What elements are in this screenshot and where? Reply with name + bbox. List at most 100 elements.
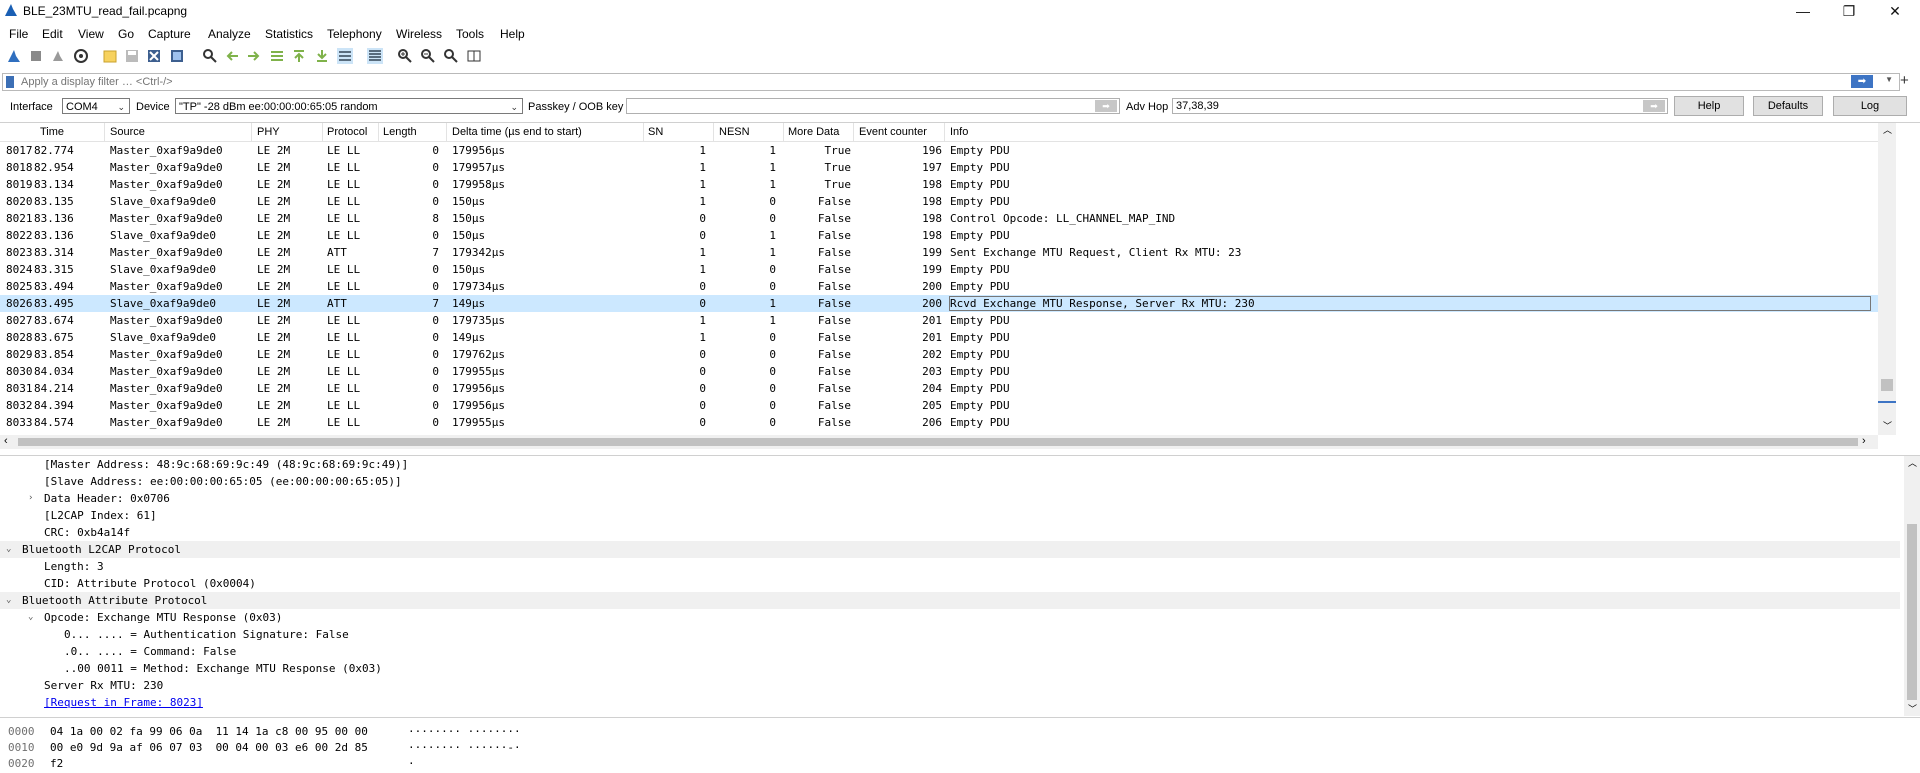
- detail-row[interactable]: .0.. .... = Command: False: [0, 643, 1900, 660]
- hex-row[interactable]: 0020 f2 ·: [0, 756, 1920, 771]
- menu-wireless[interactable]: Wireless: [396, 27, 442, 41]
- packet-row[interactable]: 8026 83.495 Slave_0xaf9a9de0 LE 2M ATT 7 149µs…: [0, 295, 1878, 312]
- column-header-time[interactable]: Time: [40, 126, 64, 138]
- detail-row[interactable]: ..00 0011 = Method: Exchange MTU Respons…: [0, 660, 1900, 677]
- minimize-button[interactable]: —: [1780, 0, 1826, 22]
- column-header-more-data[interactable]: More Data: [788, 126, 839, 138]
- menu-view[interactable]: View: [78, 27, 104, 41]
- packet-list[interactable]: Time Source PHY Protocol Length Delta ti…: [0, 122, 1920, 451]
- auto-scroll-icon[interactable]: [337, 48, 353, 64]
- go-first-icon[interactable]: [291, 48, 307, 64]
- zoom-in-icon[interactable]: [397, 48, 413, 64]
- find-packet-icon[interactable]: [202, 48, 218, 64]
- bookmark-icon[interactable]: [6, 76, 14, 88]
- reload-file-icon[interactable]: [169, 48, 185, 64]
- log-button[interactable]: Log: [1833, 96, 1907, 116]
- packet-row[interactable]: 8031 84.214 Master_0xaf9a9de0 LE 2M LE LL 0 17…: [0, 380, 1878, 397]
- detail-row[interactable]: Server Rx MTU: 230: [0, 677, 1900, 694]
- packet-row[interactable]: 8033 84.574 Master_0xaf9a9de0 LE 2M LE LL 0 17…: [0, 414, 1878, 431]
- menu-tools[interactable]: Tools: [456, 27, 484, 41]
- colorize-icon[interactable]: [367, 48, 383, 64]
- chevron-right-icon[interactable]: ›: [1862, 435, 1866, 447]
- device-select[interactable]: "TP" -28 dBm ee:00:00:00:65:05 random ⌄: [175, 98, 523, 114]
- packet-row[interactable]: 8024 83.315 Slave_0xaf9a9de0 LE 2M LE LL 0 150…: [0, 261, 1878, 278]
- column-divider[interactable]: [643, 123, 644, 141]
- packet-row[interactable]: 8017 82.774 Master_0xaf9a9de0 LE 2M LE LL 0 17…: [0, 142, 1878, 159]
- detail-row[interactable]: › Data Header: 0x0706: [0, 490, 1900, 507]
- adv-hop-input[interactable]: 37,38,39 ➡: [1172, 98, 1668, 114]
- collapse-chevron-icon[interactable]: ⌄: [6, 595, 11, 605]
- menu-go[interactable]: Go: [118, 27, 134, 41]
- hex-row[interactable]: 0010 00 e0 9d 9a af 06 07 03 00 04 00 03 …: [0, 740, 1920, 755]
- capture-options-icon[interactable]: [73, 48, 89, 64]
- collapse-chevron-icon[interactable]: ⌄: [6, 544, 11, 554]
- column-divider[interactable]: [783, 123, 784, 141]
- zoom-out-icon[interactable]: [420, 48, 436, 64]
- packet-row[interactable]: 8027 83.674 Master_0xaf9a9de0 LE 2M LE LL 0 17…: [0, 312, 1878, 329]
- stop-capture-icon[interactable]: [28, 48, 44, 64]
- scrollbar-thumb[interactable]: [1881, 379, 1893, 391]
- column-divider[interactable]: [944, 123, 945, 141]
- menu-file[interactable]: File: [9, 27, 28, 41]
- expand-chevron-icon[interactable]: ›: [28, 493, 33, 503]
- chevron-up-icon[interactable]: ︿: [1883, 123, 1892, 136]
- detail-row[interactable]: [Master Address: 48:9c:68:69:9c:49 (48:9…: [0, 456, 1900, 473]
- packet-row[interactable]: 8021 83.136 Master_0xaf9a9de0 LE 2M LE LL 8 15…: [0, 210, 1878, 227]
- column-header-delta-time[interactable]: Delta time (µs end to start): [452, 126, 582, 138]
- column-header-event-counter[interactable]: Event counter: [859, 126, 927, 138]
- menu-help[interactable]: Help: [500, 27, 525, 41]
- save-file-icon[interactable]: [124, 48, 140, 64]
- packet-list-vertical-scrollbar[interactable]: ︿ ﹀: [1878, 123, 1896, 435]
- packet-row[interactable]: 8030 84.034 Master_0xaf9a9de0 LE 2M LE LL 0 17…: [0, 363, 1878, 380]
- packet-row[interactable]: 8025 83.494 Master_0xaf9a9de0 LE 2M LE LL 0 17…: [0, 278, 1878, 295]
- column-divider[interactable]: [446, 123, 447, 141]
- close-file-icon[interactable]: [146, 48, 162, 64]
- detail-row[interactable]: ⌄ Bluetooth Attribute Protocol: [0, 592, 1900, 609]
- passkey-input[interactable]: ➡: [626, 98, 1120, 114]
- column-divider[interactable]: [104, 123, 105, 141]
- column-divider[interactable]: [322, 123, 323, 141]
- column-divider[interactable]: [378, 123, 379, 141]
- menu-telephony[interactable]: Telephony: [327, 27, 382, 41]
- detail-row[interactable]: 0... .... = Authentication Signature: Fa…: [0, 626, 1900, 643]
- packet-row[interactable]: 8020 83.135 Slave_0xaf9a9de0 LE 2M LE LL 0 150…: [0, 193, 1878, 210]
- column-header-length[interactable]: Length: [383, 126, 417, 138]
- go-forward-icon[interactable]: [246, 48, 262, 64]
- detail-row[interactable]: ⌄ Bluetooth L2CAP Protocol: [0, 541, 1900, 558]
- restart-capture-icon[interactable]: [50, 48, 66, 64]
- packet-row[interactable]: 8032 84.394 Master_0xaf9a9de0 LE 2M LE LL 0 17…: [0, 397, 1878, 414]
- packet-row[interactable]: 8023 83.314 Master_0xaf9a9de0 LE 2M ATT 7 1793…: [0, 244, 1878, 261]
- scrollbar-thumb[interactable]: [18, 438, 1858, 446]
- go-last-icon[interactable]: [314, 48, 330, 64]
- column-divider[interactable]: [251, 123, 252, 141]
- menu-capture[interactable]: Capture: [148, 27, 191, 41]
- collapse-chevron-icon[interactable]: ⌄: [28, 612, 33, 622]
- chevron-down-icon[interactable]: ﹀: [1883, 419, 1892, 432]
- restore-button[interactable]: ❐: [1826, 0, 1872, 22]
- packet-row[interactable]: 8029 83.854 Master_0xaf9a9de0 LE 2M LE LL 0 17…: [0, 346, 1878, 363]
- normal-size-icon[interactable]: [443, 48, 459, 64]
- menu-analyze[interactable]: Analyze: [208, 27, 251, 41]
- column-header-protocol[interactable]: Protocol: [327, 126, 367, 138]
- column-header-info[interactable]: Info: [950, 126, 968, 138]
- arrow-right-icon[interactable]: ➡: [1643, 100, 1665, 112]
- chevron-up-icon[interactable]: ︿: [1908, 456, 1917, 469]
- chevron-down-icon[interactable]: ▼: [1885, 75, 1893, 84]
- detail-row[interactable]: ⌄ Opcode: Exchange MTU Response (0x03): [0, 609, 1900, 626]
- menu-edit[interactable]: Edit: [42, 27, 63, 41]
- open-file-icon[interactable]: [102, 48, 118, 64]
- column-header-phy[interactable]: PHY: [257, 126, 280, 138]
- chevron-left-icon[interactable]: ‹: [4, 435, 8, 447]
- arrow-right-icon[interactable]: ➡: [1851, 75, 1873, 88]
- column-header-nesn[interactable]: NESN: [719, 126, 750, 138]
- detail-row[interactable]: CID: Attribute Protocol (0x0004): [0, 575, 1900, 592]
- start-capture-icon[interactable]: [6, 48, 22, 64]
- column-header-sn[interactable]: SN: [648, 126, 663, 138]
- defaults-button[interactable]: Defaults: [1753, 96, 1823, 116]
- scrollbar-thumb[interactable]: [1907, 524, 1917, 700]
- detail-row[interactable]: [L2CAP Index: 61]: [0, 507, 1900, 524]
- packet-details-tree[interactable]: [Master Address: 48:9c:68:69:9c:49 (48:9…: [0, 455, 1920, 718]
- packet-row[interactable]: 8019 83.134 Master_0xaf9a9de0 LE 2M LE LL 0 17…: [0, 176, 1878, 193]
- add-filter-button[interactable]: +: [1900, 72, 1909, 89]
- help-button[interactable]: Help: [1674, 96, 1744, 116]
